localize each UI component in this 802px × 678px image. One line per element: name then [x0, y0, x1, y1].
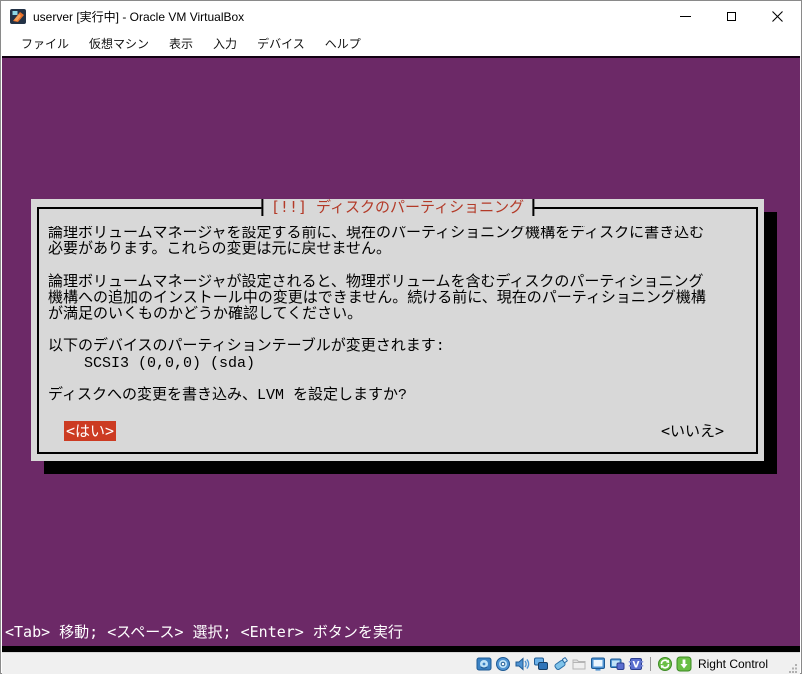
- display-icon[interactable]: [590, 655, 607, 672]
- partitioning-dialog: [!!] ディスクのパーティショニング 論理ボリュームマネージャを設定する前に、…: [31, 199, 764, 461]
- no-button[interactable]: <いいえ>: [659, 421, 726, 441]
- close-button[interactable]: [754, 2, 800, 31]
- features-icon[interactable]: V: [628, 655, 645, 672]
- menu-machine[interactable]: 仮想マシン: [79, 31, 159, 57]
- hard-disk-icon[interactable]: [476, 655, 493, 672]
- yes-button[interactable]: <はい>: [64, 421, 117, 441]
- menu-input[interactable]: 入力: [203, 31, 247, 57]
- optical-disc-icon[interactable]: [495, 655, 512, 672]
- titlebar: userver [実行中] - Oracle VM VirtualBox: [2, 2, 800, 31]
- window-title: userver [実行中] - Oracle VM VirtualBox: [33, 10, 245, 24]
- menubar: ファイル 仮想マシン 表示 入力 デバイス ヘルプ: [2, 31, 800, 56]
- menu-devices[interactable]: デバイス: [247, 31, 315, 57]
- close-icon: [771, 11, 783, 22]
- mouse-integration-icon[interactable]: [657, 655, 674, 672]
- dialog-title: [!!] ディスクのパーティショニング: [260, 199, 535, 216]
- shared-folders-icon[interactable]: [571, 655, 588, 672]
- vm-display[interactable]: [!!] ディスクのパーティショニング 論理ボリュームマネージャを設定する前に、…: [2, 56, 800, 646]
- dialog-body-text: 論理ボリュームマネージャを設定する前に、現在のパーティショニング機構をディスクに…: [48, 226, 706, 405]
- menu-view[interactable]: 表示: [159, 31, 203, 57]
- virtualbox-vm-icon: [10, 8, 27, 25]
- keyboard-capture-icon[interactable]: [676, 655, 693, 672]
- statusbar-separator: [649, 656, 651, 671]
- svg-text:V: V: [633, 660, 640, 670]
- maximize-icon: [726, 12, 736, 21]
- usb-icon[interactable]: [552, 655, 569, 672]
- installer-help-line: <Tab> 移動; <スペース> 選択; <Enter> ボタンを実行: [5, 623, 403, 641]
- resize-grip-icon[interactable]: [788, 660, 798, 673]
- maximize-button[interactable]: [708, 2, 754, 31]
- menu-file[interactable]: ファイル: [11, 31, 79, 57]
- statusbar: V Right Control: [2, 652, 800, 674]
- audio-icon[interactable]: [514, 655, 531, 672]
- minimize-icon: [679, 16, 691, 17]
- recording-icon[interactable]: [609, 655, 626, 672]
- virtualbox-window: userver [実行中] - Oracle VM VirtualBox ファイ…: [0, 0, 802, 674]
- network-icon[interactable]: [533, 655, 550, 672]
- menu-help[interactable]: ヘルプ: [315, 31, 371, 57]
- host-key-label: Right Control: [697, 656, 768, 671]
- minimize-button[interactable]: [662, 2, 708, 31]
- dialog-button-row: <はい> <いいえ>: [31, 421, 764, 441]
